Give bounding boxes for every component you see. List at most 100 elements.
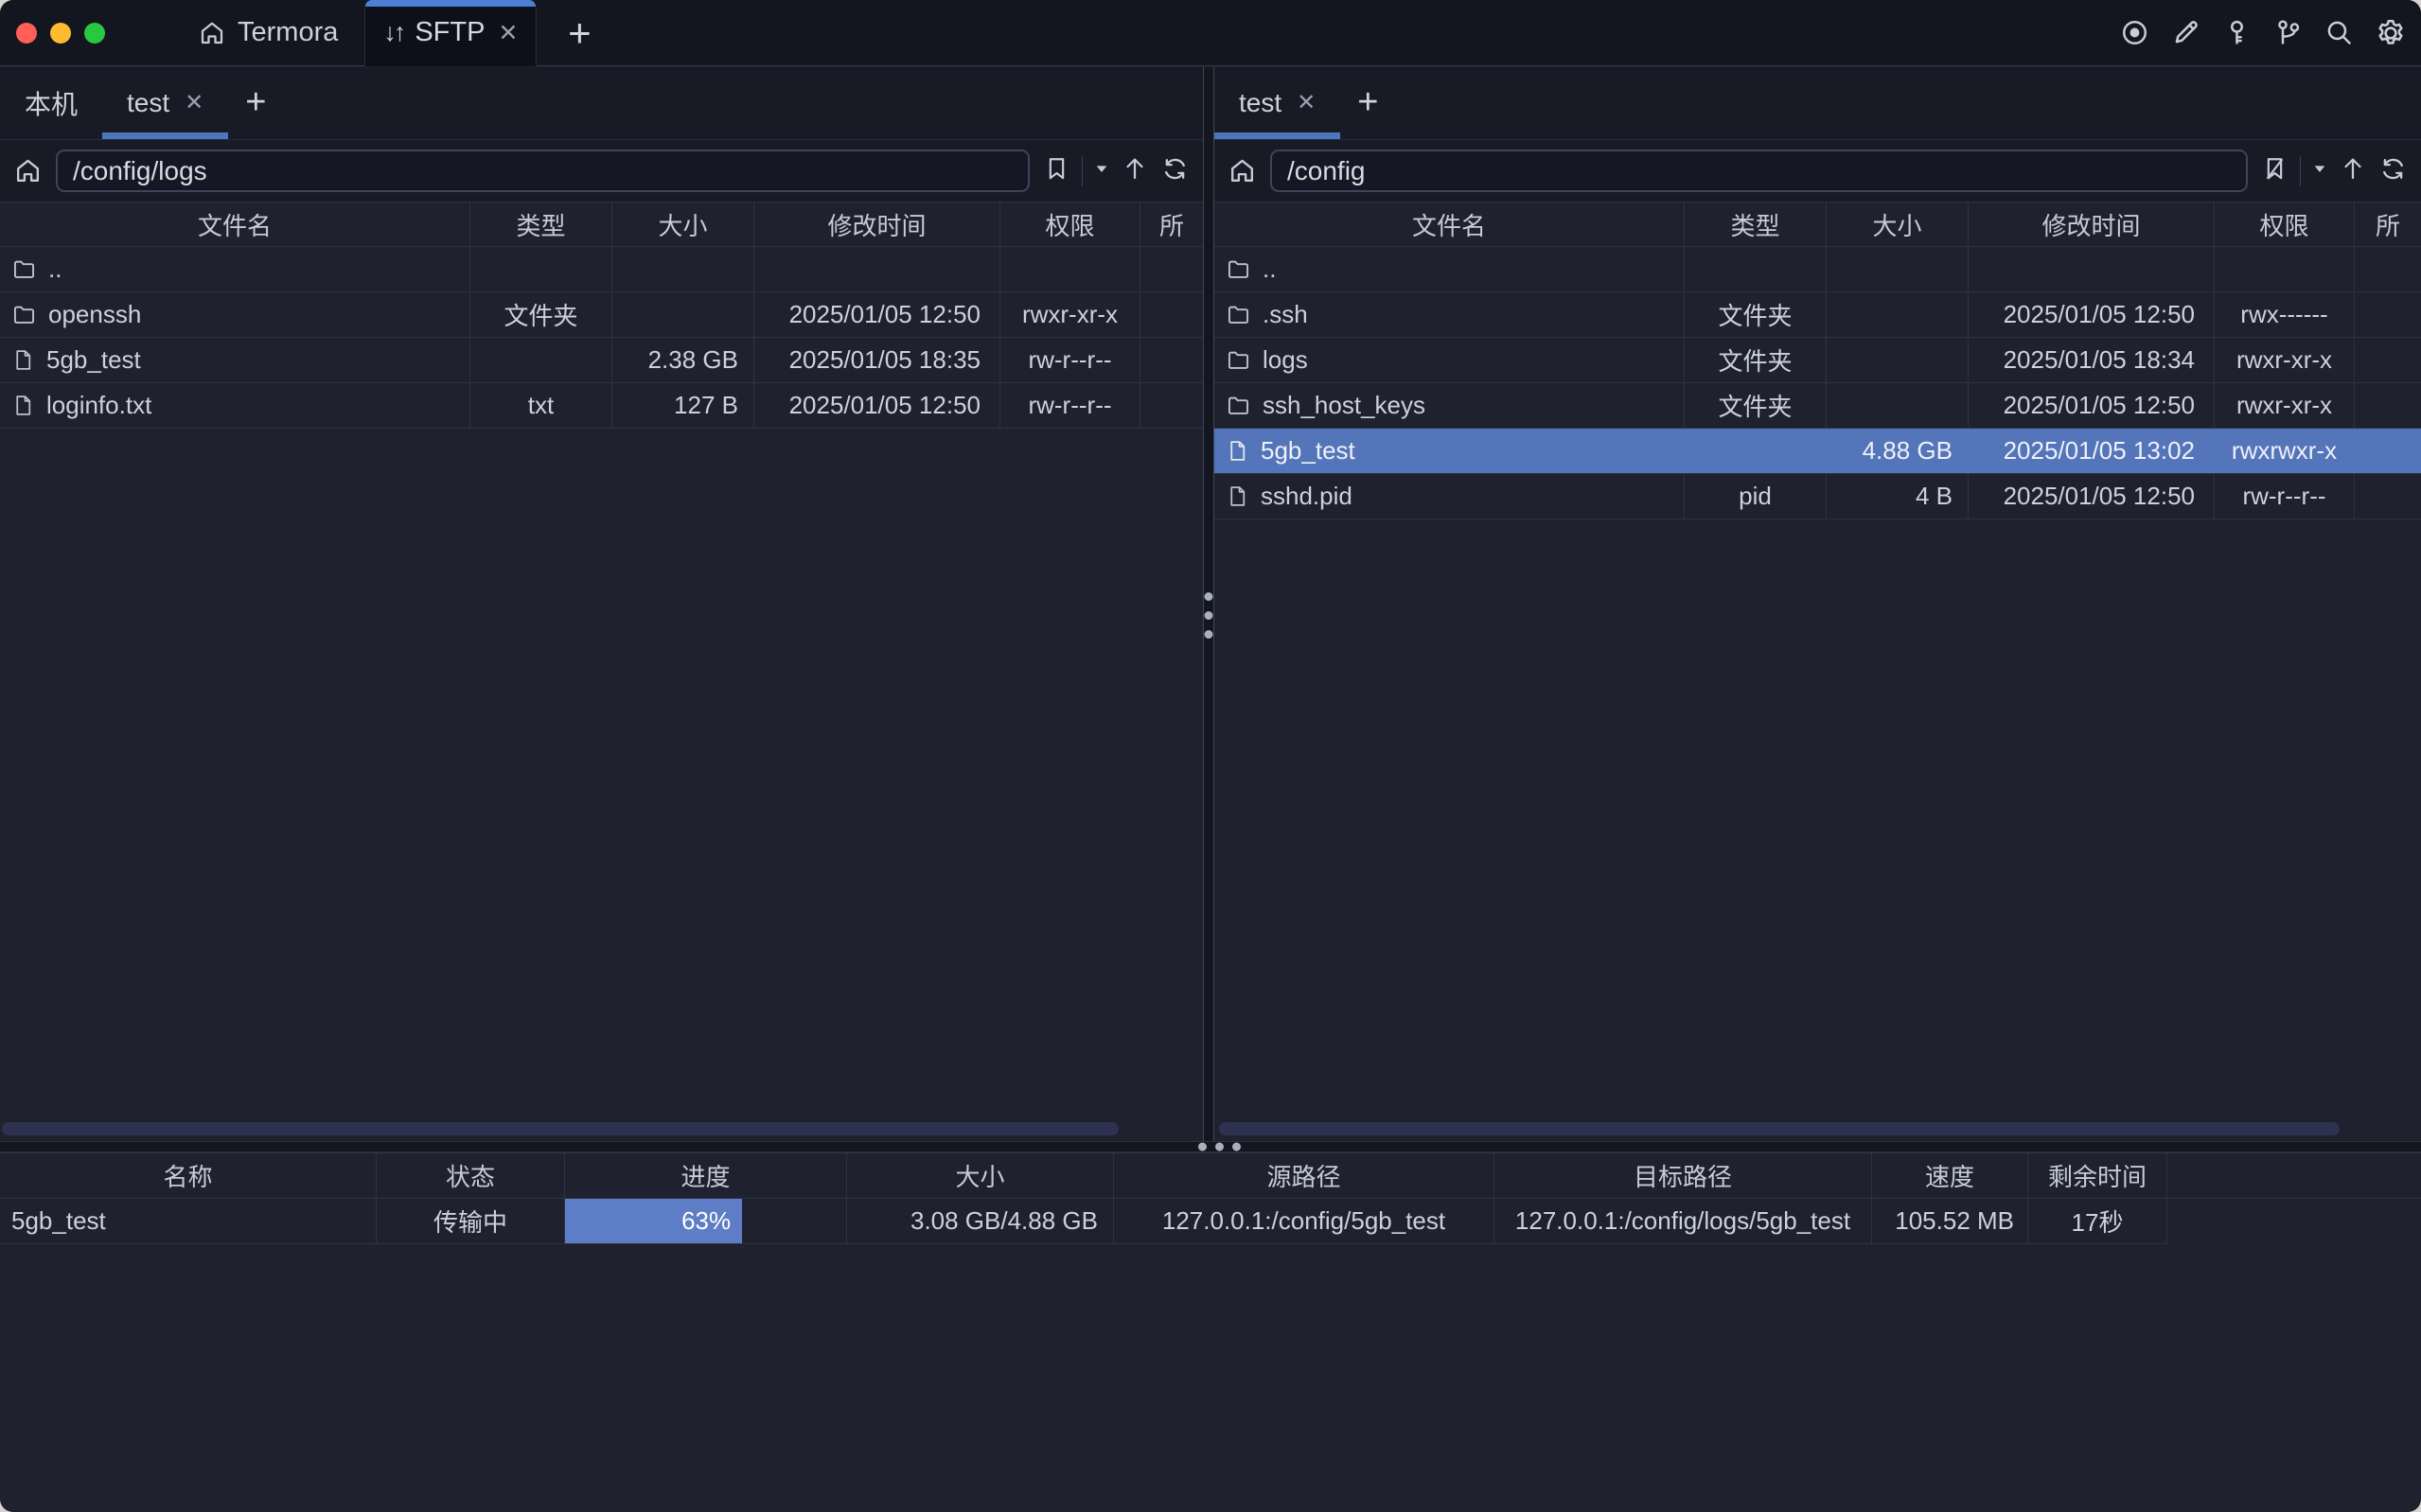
new-tab-button[interactable]: + <box>557 10 601 56</box>
refresh-icon[interactable] <box>2378 154 2408 188</box>
chevron-down-icon[interactable] <box>1094 161 1109 181</box>
col-transfer-target[interactable]: 目标路径 <box>1494 1153 1872 1198</box>
table-row[interactable]: ssh_host_keys 文件夹 2025/01/05 12:50 rwxr-… <box>1214 383 2421 429</box>
col-transfer-speed[interactable]: 速度 <box>1872 1153 2028 1198</box>
folder-icon <box>1226 347 1251 373</box>
right-file-table: 文件名 类型 大小 修改时间 权限 所 .. .ssh <box>1214 202 2421 1141</box>
left-tab-local[interactable]: 本机 <box>0 67 102 139</box>
folder-icon <box>11 256 37 282</box>
col-type[interactable]: 类型 <box>1685 202 1827 246</box>
horizontal-scrollbar-thumb[interactable] <box>2 1122 1119 1135</box>
col-name[interactable]: 文件名 <box>1214 202 1685 246</box>
file-icon <box>11 347 35 373</box>
col-transfer-name[interactable]: 名称 <box>0 1153 377 1198</box>
col-transfer-source[interactable]: 源路径 <box>1114 1153 1494 1198</box>
record-icon[interactable] <box>2119 17 2150 48</box>
close-icon[interactable]: ✕ <box>498 19 518 47</box>
col-transfer-empty <box>2167 1153 2421 1198</box>
zoom-window-button[interactable] <box>84 23 105 44</box>
tab-sftp[interactable]: ↓↑ SFTP ✕ <box>364 0 537 66</box>
table-row[interactable]: .ssh 文件夹 2025/01/05 12:50 rwx------ <box>1214 292 2421 338</box>
sftp-tab-label: SFTP <box>415 17 485 48</box>
right-pane-tabs: test ✕ + <box>1214 67 2421 140</box>
right-path-input[interactable] <box>1270 149 2248 192</box>
file-panes: 本机 test ✕ + <box>0 67 2421 1141</box>
home-icon[interactable] <box>1228 156 1257 185</box>
right-tab-test[interactable]: test ✕ <box>1214 67 1340 139</box>
col-perm[interactable]: 权限 <box>1000 202 1140 246</box>
splitter-handle-icon <box>1205 592 1213 639</box>
left-tab-test[interactable]: test ✕ <box>102 67 228 139</box>
col-owner[interactable]: 所 <box>1140 202 1203 246</box>
right-add-tab-button[interactable]: + <box>1340 67 1395 139</box>
col-transfer-remaining[interactable]: 剩余时间 <box>2028 1153 2167 1198</box>
transfer-arrows-icon: ↓↑ <box>383 18 403 47</box>
col-transfer-status[interactable]: 状态 <box>377 1153 565 1198</box>
col-name[interactable]: 文件名 <box>0 202 470 246</box>
app-tab-label: Termora <box>238 17 338 48</box>
progress-bar: 63% <box>565 1199 847 1244</box>
folder-icon <box>1226 393 1251 418</box>
bookmark-slash-icon[interactable] <box>2261 155 2288 187</box>
right-pane: test ✕ + 文件名 <box>1214 67 2421 1141</box>
col-modified[interactable]: 修改时间 <box>754 202 1000 246</box>
table-row[interactable]: loginfo.txt txt 127 B 2025/01/05 12:50 r… <box>0 383 1203 429</box>
col-transfer-progress[interactable]: 进度 <box>565 1153 847 1198</box>
file-icon <box>1226 438 1249 464</box>
col-perm[interactable]: 权限 <box>2215 202 2355 246</box>
right-pathbar <box>1214 140 2421 202</box>
folder-icon <box>1226 302 1251 327</box>
col-size[interactable]: 大小 <box>1827 202 1969 246</box>
col-owner[interactable]: 所 <box>2355 202 2421 246</box>
folder-icon <box>1226 256 1251 282</box>
pencil-icon[interactable] <box>2170 17 2201 48</box>
table-row[interactable]: logs 文件夹 2025/01/05 18:34 rwxr-xr-x <box>1214 338 2421 383</box>
gear-icon[interactable] <box>2375 17 2407 49</box>
bookmark-icon[interactable] <box>1043 155 1070 187</box>
divider <box>2300 156 2301 186</box>
search-icon[interactable] <box>2324 17 2355 48</box>
go-up-icon[interactable] <box>1121 154 1149 187</box>
file-icon <box>11 393 35 418</box>
table-row[interactable]: 5gb_test 2.38 GB 2025/01/05 18:35 rw-r--… <box>0 338 1203 383</box>
close-icon[interactable]: ✕ <box>1297 89 1316 116</box>
col-modified[interactable]: 修改时间 <box>1969 202 2215 246</box>
horizontal-scrollbar-thumb[interactable] <box>1219 1122 2340 1135</box>
branch-icon[interactable] <box>2272 17 2304 48</box>
transfer-header: 名称 状态 进度 大小 源路径 目标路径 速度 剩余时间 <box>0 1152 2421 1199</box>
key-icon[interactable] <box>2221 17 2253 48</box>
home-icon <box>198 19 226 47</box>
traffic-lights <box>0 23 105 44</box>
table-row[interactable]: sshd.pid pid 4 B 2025/01/05 12:50 rw-r--… <box>1214 474 2421 519</box>
col-size[interactable]: 大小 <box>612 202 754 246</box>
tab-label: test <box>1239 88 1281 118</box>
col-transfer-size[interactable]: 大小 <box>847 1153 1114 1198</box>
left-path-input[interactable] <box>56 149 1030 192</box>
table-row[interactable]: openssh 文件夹 2025/01/05 12:50 rwxr-xr-x <box>0 292 1203 338</box>
left-pathbar <box>0 140 1203 202</box>
home-icon[interactable] <box>13 156 43 185</box>
transfer-splitter[interactable] <box>0 1141 2421 1152</box>
chevron-down-icon[interactable] <box>2312 161 2327 181</box>
col-type[interactable]: 类型 <box>470 202 612 246</box>
transfer-panel: 名称 状态 进度 大小 源路径 目标路径 速度 剩余时间 5gb_test 传输… <box>0 1152 2421 1512</box>
left-add-tab-button[interactable]: + <box>228 67 283 139</box>
progress-fill: 63% <box>565 1199 742 1243</box>
close-icon[interactable]: ✕ <box>185 89 203 116</box>
table-row-selected[interactable]: 5gb_test 4.88 GB 2025/01/05 13:02 rwxrwx… <box>1214 429 2421 474</box>
minimize-window-button[interactable] <box>50 23 71 44</box>
go-up-icon[interactable] <box>2339 154 2367 187</box>
transfer-row[interactable]: 5gb_test 传输中 63% 3.08 GB/4.88 GB 127.0.0… <box>0 1199 2421 1244</box>
titlebar: Termora ↓↑ SFTP ✕ + <box>0 0 2421 66</box>
home-tab[interactable]: Termora <box>173 0 362 66</box>
table-row[interactable]: .. <box>1214 247 2421 292</box>
table-header: 文件名 类型 大小 修改时间 权限 所 <box>0 202 1203 247</box>
left-file-table: 文件名 类型 大小 修改时间 权限 所 .. openssh <box>0 202 1203 1141</box>
refresh-icon[interactable] <box>1160 154 1190 188</box>
table-row[interactable]: .. <box>0 247 1203 292</box>
pane-splitter[interactable] <box>1203 67 1214 1141</box>
close-window-button[interactable] <box>16 23 37 44</box>
file-icon <box>1226 483 1249 509</box>
left-pane: 本机 test ✕ + <box>0 67 1203 1141</box>
termora-window: Termora ↓↑ SFTP ✕ + 本机 test <box>0 0 2421 1512</box>
